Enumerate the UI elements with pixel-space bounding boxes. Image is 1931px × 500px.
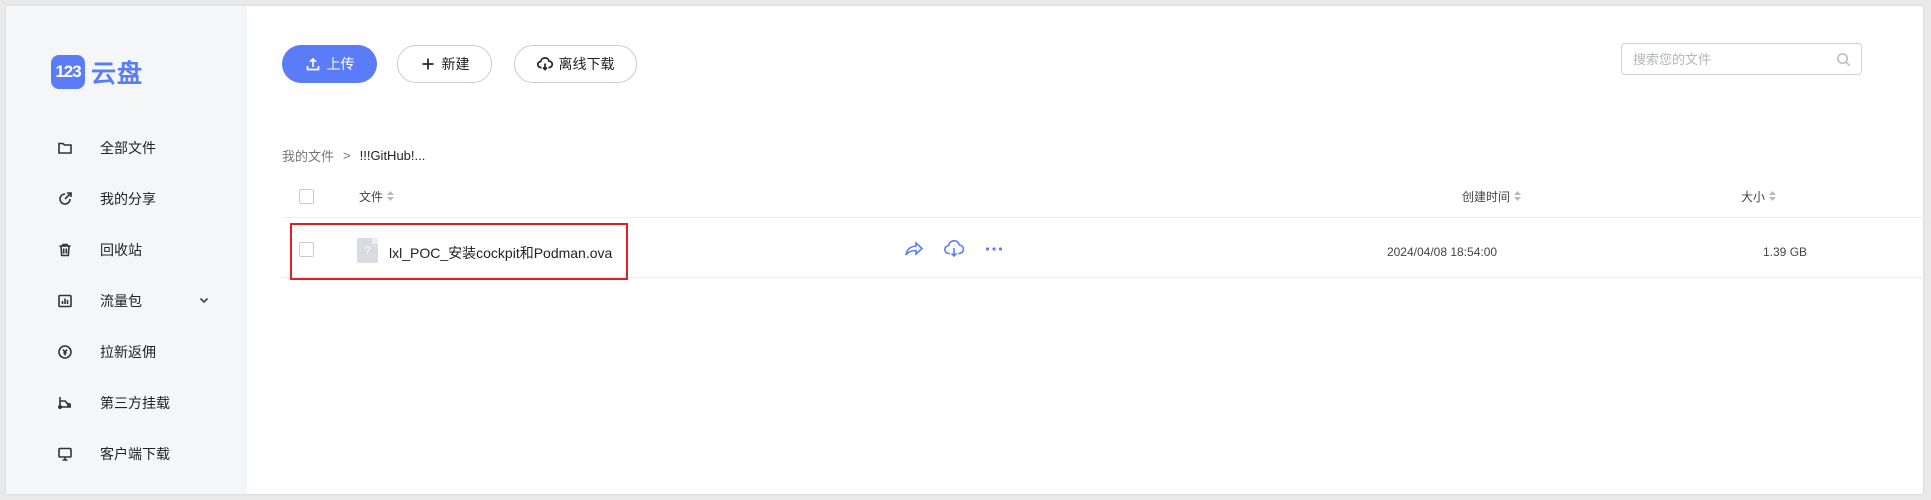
- column-header-label: 文件: [359, 190, 384, 204]
- table-header: 文件 创建时间 大小: [282, 176, 1931, 218]
- download-action-icon[interactable]: [942, 239, 966, 263]
- logo-badge: 123: [51, 55, 85, 89]
- breadcrumb-separator: >: [343, 148, 351, 163]
- row-actions: [902, 239, 1006, 263]
- app-window: 123 云盘 全部文件 我的分享 回收站 流量包 拉新返佣 第三方挂载 客户端下…: [6, 6, 1931, 494]
- sidebar: 123 云盘 全部文件 我的分享 回收站 流量包 拉新返佣 第三方挂载 客户端下…: [6, 6, 247, 494]
- upload-button-label: 上传: [326, 56, 355, 72]
- trash-icon: [56, 241, 74, 259]
- column-header-created[interactable]: 创建时间: [1462, 188, 1522, 205]
- sidebar-item-third-party-mount[interactable]: 第三方挂载: [6, 377, 247, 428]
- search-box[interactable]: [1621, 43, 1862, 75]
- sidebar-item-referral[interactable]: 拉新返佣: [6, 326, 247, 377]
- column-header-size[interactable]: 大小: [1741, 188, 1777, 205]
- search-icon[interactable]: [1836, 52, 1851, 72]
- plus-icon: [422, 58, 433, 70]
- sidebar-item-label: 客户端下载: [100, 445, 170, 462]
- sidebar-item-client-download[interactable]: 客户端下载: [6, 428, 247, 479]
- folder-icon: [56, 139, 74, 157]
- sidebar-item-label: 我的分享: [100, 190, 156, 207]
- sidebar-item-label: 全部文件: [100, 139, 156, 156]
- sidebar-item-label: 拉新返佣: [100, 343, 156, 360]
- new-button-label: 新建: [441, 56, 470, 72]
- mount-icon: [56, 394, 74, 412]
- sidebar-item-label: 第三方挂载: [100, 394, 170, 411]
- cloud-download-icon: [536, 57, 553, 71]
- sidebar-item-my-shares[interactable]: 我的分享: [6, 173, 247, 224]
- file-created-time: 2024/04/08 18:54:00: [1386, 245, 1498, 259]
- sidebar-item-label: 流量包: [100, 292, 142, 309]
- sort-icon: [387, 190, 395, 204]
- sidebar-item-traffic-pack[interactable]: 流量包: [6, 275, 247, 326]
- breadcrumb-current: !!!GitHub!...: [359, 148, 426, 163]
- sort-icon: [1514, 190, 1522, 204]
- new-button[interactable]: 新建: [397, 45, 492, 83]
- breadcrumb-root[interactable]: 我的文件: [282, 146, 334, 165]
- monitor-icon: [56, 445, 74, 463]
- main-content: 上传 新建 离线下载 我的文件 > !!!GitHub!... 文件: [247, 6, 1931, 494]
- breadcrumb: 我的文件 > !!!GitHub!...: [282, 146, 425, 165]
- logo-text: 云盘: [91, 60, 144, 88]
- sidebar-item-label: 回收站: [100, 241, 142, 258]
- upload-button[interactable]: 上传: [282, 45, 377, 83]
- coin-icon: [56, 343, 74, 361]
- table-row[interactable]: ? lxl_POC_安装cockpit和Podman.ova 2024/04/0…: [282, 218, 1931, 280]
- sidebar-nav: 全部文件 我的分享 回收站 流量包 拉新返佣 第三方挂载 客户端下载: [6, 122, 247, 479]
- file-size: 1.39 GB: [1763, 245, 1808, 259]
- more-options-icon[interactable]: [982, 240, 1006, 263]
- sort-icon: [1769, 190, 1777, 204]
- search-input[interactable]: [1633, 51, 1833, 67]
- sidebar-item-all-files[interactable]: 全部文件: [6, 122, 247, 173]
- sidebar-item-recycle-bin[interactable]: 回收站: [6, 224, 247, 275]
- upload-icon: [306, 57, 319, 71]
- row-checkbox[interactable]: [299, 242, 314, 257]
- chevron-down-icon[interactable]: [198, 293, 210, 311]
- share-action-icon[interactable]: [902, 240, 926, 263]
- file-icon-glyph: ?: [364, 244, 371, 257]
- offline-download-label: 离线下载: [558, 56, 615, 72]
- column-header-file[interactable]: 文件: [359, 188, 395, 205]
- chart-icon: [56, 292, 74, 310]
- file-name[interactable]: lxl_POC_安装cockpit和Podman.ova: [389, 243, 612, 263]
- share-icon: [56, 190, 74, 208]
- select-all-checkbox[interactable]: [299, 189, 314, 204]
- column-header-label: 创建时间: [1462, 190, 1511, 204]
- offline-download-button[interactable]: 离线下载: [514, 45, 637, 83]
- unknown-file-icon: ?: [357, 238, 378, 263]
- column-header-label: 大小: [1741, 190, 1766, 204]
- logo[interactable]: 123 云盘: [51, 54, 143, 90]
